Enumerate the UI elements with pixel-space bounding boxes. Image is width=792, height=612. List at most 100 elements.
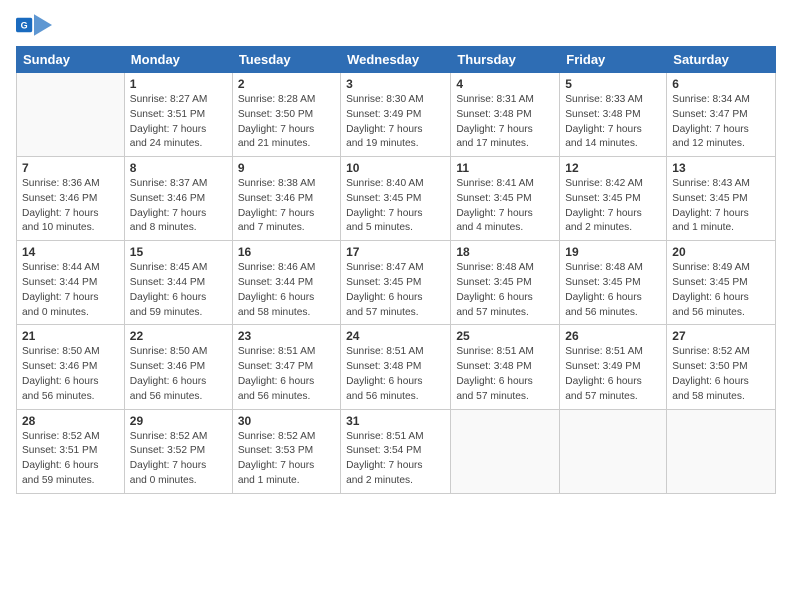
- day-number: 4: [456, 77, 554, 91]
- day-number: 15: [130, 245, 227, 259]
- day-number: 16: [238, 245, 335, 259]
- day-info: Sunrise: 8:43 AM Sunset: 3:45 PM Dayligh…: [672, 177, 770, 236]
- day-number: 27: [672, 329, 770, 343]
- day-info: Sunrise: 8:33 AM Sunset: 3:48 PM Dayligh…: [565, 93, 661, 152]
- day-cell: 18 Sunrise: 8:48 AM Sunset: 3:45 PM Dayli…: [451, 241, 560, 325]
- day-number: 23: [238, 329, 335, 343]
- day-number: 29: [130, 414, 227, 428]
- day-number: 7: [22, 161, 119, 175]
- day-cell: 1 Sunrise: 8:27 AM Sunset: 3:51 PM Daylig…: [124, 73, 232, 157]
- day-number: 30: [238, 414, 335, 428]
- day-info: Sunrise: 8:51 AM Sunset: 3:54 PM Dayligh…: [346, 430, 445, 489]
- day-cell: 13 Sunrise: 8:43 AM Sunset: 3:45 PM Dayli…: [667, 157, 776, 241]
- day-cell: 30 Sunrise: 8:52 AM Sunset: 3:53 PM Dayli…: [232, 409, 340, 493]
- week-row-3: 21 Sunrise: 8:50 AM Sunset: 3:46 PM Dayli…: [17, 325, 776, 409]
- day-cell: [17, 73, 125, 157]
- day-cell: 25 Sunrise: 8:51 AM Sunset: 3:48 PM Dayli…: [451, 325, 560, 409]
- day-info: Sunrise: 8:28 AM Sunset: 3:50 PM Dayligh…: [238, 93, 335, 152]
- day-number: 10: [346, 161, 445, 175]
- day-cell: 3 Sunrise: 8:30 AM Sunset: 3:49 PM Daylig…: [341, 73, 451, 157]
- day-cell: 4Sunrise: 8:31 AM Sunset: 3:48 PM Daylig…: [451, 73, 560, 157]
- day-info: Sunrise: 8:51 AM Sunset: 3:48 PM Dayligh…: [346, 345, 445, 404]
- day-info: Sunrise: 8:49 AM Sunset: 3:45 PM Dayligh…: [672, 261, 770, 320]
- day-cell: [451, 409, 560, 493]
- day-cell: 21 Sunrise: 8:50 AM Sunset: 3:46 PM Dayli…: [17, 325, 125, 409]
- day-number: 5: [565, 77, 661, 91]
- day-number: 9: [238, 161, 335, 175]
- day-info: Sunrise: 8:51 AM Sunset: 3:48 PM Dayligh…: [456, 345, 554, 404]
- day-number: 3: [346, 77, 445, 91]
- day-cell: 27Sunrise: 8:52 AM Sunset: 3:50 PM Dayli…: [667, 325, 776, 409]
- day-cell: 17 Sunrise: 8:47 AM Sunset: 3:45 PM Dayli…: [341, 241, 451, 325]
- day-cell: 20 Sunrise: 8:49 AM Sunset: 3:45 PM Dayli…: [667, 241, 776, 325]
- day-number: 28: [22, 414, 119, 428]
- day-info: Sunrise: 8:52 AM Sunset: 3:51 PM Dayligh…: [22, 430, 119, 489]
- weekday-tuesday: Tuesday: [232, 47, 340, 73]
- day-number: 20: [672, 245, 770, 259]
- calendar: SundayMondayTuesdayWednesdayThursdayFrid…: [16, 46, 776, 494]
- week-row-1: 7 Sunrise: 8:36 AM Sunset: 3:46 PM Daylig…: [17, 157, 776, 241]
- day-number: 1: [130, 77, 227, 91]
- week-row-2: 14 Sunrise: 8:44 AM Sunset: 3:44 PM Dayli…: [17, 241, 776, 325]
- day-info: Sunrise: 8:41 AM Sunset: 3:45 PM Dayligh…: [456, 177, 554, 236]
- day-info: Sunrise: 8:30 AM Sunset: 3:49 PM Dayligh…: [346, 93, 445, 152]
- day-cell: 24 Sunrise: 8:51 AM Sunset: 3:48 PM Dayli…: [341, 325, 451, 409]
- weekday-wednesday: Wednesday: [341, 47, 451, 73]
- day-number: 24: [346, 329, 445, 343]
- day-info: Sunrise: 8:52 AM Sunset: 3:53 PM Dayligh…: [238, 430, 335, 489]
- day-info: Sunrise: 8:47 AM Sunset: 3:45 PM Dayligh…: [346, 261, 445, 320]
- day-info: Sunrise: 8:44 AM Sunset: 3:44 PM Dayligh…: [22, 261, 119, 320]
- weekday-monday: Monday: [124, 47, 232, 73]
- day-info: Sunrise: 8:38 AM Sunset: 3:46 PM Dayligh…: [238, 177, 335, 236]
- day-info: Sunrise: 8:46 AM Sunset: 3:44 PM Dayligh…: [238, 261, 335, 320]
- day-info: Sunrise: 8:50 AM Sunset: 3:46 PM Dayligh…: [22, 345, 119, 404]
- day-cell: [560, 409, 667, 493]
- day-number: 21: [22, 329, 119, 343]
- day-cell: 23Sunrise: 8:51 AM Sunset: 3:47 PM Dayli…: [232, 325, 340, 409]
- page: G SundayMondayTuesdayWednesdayThursdayFr…: [0, 0, 792, 612]
- weekday-sunday: Sunday: [17, 47, 125, 73]
- weekday-header-row: SundayMondayTuesdayWednesdayThursdayFrid…: [17, 47, 776, 73]
- day-cell: 26Sunrise: 8:51 AM Sunset: 3:49 PM Dayli…: [560, 325, 667, 409]
- day-info: Sunrise: 8:48 AM Sunset: 3:45 PM Dayligh…: [456, 261, 554, 320]
- day-cell: 2Sunrise: 8:28 AM Sunset: 3:50 PM Daylig…: [232, 73, 340, 157]
- day-info: Sunrise: 8:52 AM Sunset: 3:52 PM Dayligh…: [130, 430, 227, 489]
- day-info: Sunrise: 8:40 AM Sunset: 3:45 PM Dayligh…: [346, 177, 445, 236]
- day-number: 19: [565, 245, 661, 259]
- day-cell: 6Sunrise: 8:34 AM Sunset: 3:47 PM Daylig…: [667, 73, 776, 157]
- svg-text:G: G: [21, 21, 28, 31]
- day-cell: 28 Sunrise: 8:52 AM Sunset: 3:51 PM Dayli…: [17, 409, 125, 493]
- day-info: Sunrise: 8:36 AM Sunset: 3:46 PM Dayligh…: [22, 177, 119, 236]
- day-number: 14: [22, 245, 119, 259]
- header: G: [16, 10, 776, 38]
- day-cell: 14 Sunrise: 8:44 AM Sunset: 3:44 PM Dayli…: [17, 241, 125, 325]
- weekday-saturday: Saturday: [667, 47, 776, 73]
- day-cell: 8Sunrise: 8:37 AM Sunset: 3:46 PM Daylig…: [124, 157, 232, 241]
- day-number: 31: [346, 414, 445, 428]
- day-cell: 19 Sunrise: 8:48 AM Sunset: 3:45 PM Dayli…: [560, 241, 667, 325]
- day-number: 13: [672, 161, 770, 175]
- day-number: 11: [456, 161, 554, 175]
- day-number: 22: [130, 329, 227, 343]
- day-info: Sunrise: 8:48 AM Sunset: 3:45 PM Dayligh…: [565, 261, 661, 320]
- logo: G: [16, 14, 56, 38]
- week-row-4: 28 Sunrise: 8:52 AM Sunset: 3:51 PM Dayli…: [17, 409, 776, 493]
- day-number: 17: [346, 245, 445, 259]
- logo-icon: G: [16, 14, 52, 36]
- weekday-thursday: Thursday: [451, 47, 560, 73]
- day-number: 6: [672, 77, 770, 91]
- day-info: Sunrise: 8:45 AM Sunset: 3:44 PM Dayligh…: [130, 261, 227, 320]
- day-number: 25: [456, 329, 554, 343]
- day-cell: 15 Sunrise: 8:45 AM Sunset: 3:44 PM Dayli…: [124, 241, 232, 325]
- day-cell: 12Sunrise: 8:42 AM Sunset: 3:45 PM Dayli…: [560, 157, 667, 241]
- day-cell: [667, 409, 776, 493]
- day-cell: 5 Sunrise: 8:33 AM Sunset: 3:48 PM Daylig…: [560, 73, 667, 157]
- day-cell: 31 Sunrise: 8:51 AM Sunset: 3:54 PM Dayli…: [341, 409, 451, 493]
- day-info: Sunrise: 8:42 AM Sunset: 3:45 PM Dayligh…: [565, 177, 661, 236]
- day-cell: 22Sunrise: 8:50 AM Sunset: 3:46 PM Dayli…: [124, 325, 232, 409]
- day-number: 18: [456, 245, 554, 259]
- day-number: 26: [565, 329, 661, 343]
- day-cell: 9 Sunrise: 8:38 AM Sunset: 3:46 PM Daylig…: [232, 157, 340, 241]
- day-cell: 11 Sunrise: 8:41 AM Sunset: 3:45 PM Dayli…: [451, 157, 560, 241]
- day-info: Sunrise: 8:27 AM Sunset: 3:51 PM Dayligh…: [130, 93, 227, 152]
